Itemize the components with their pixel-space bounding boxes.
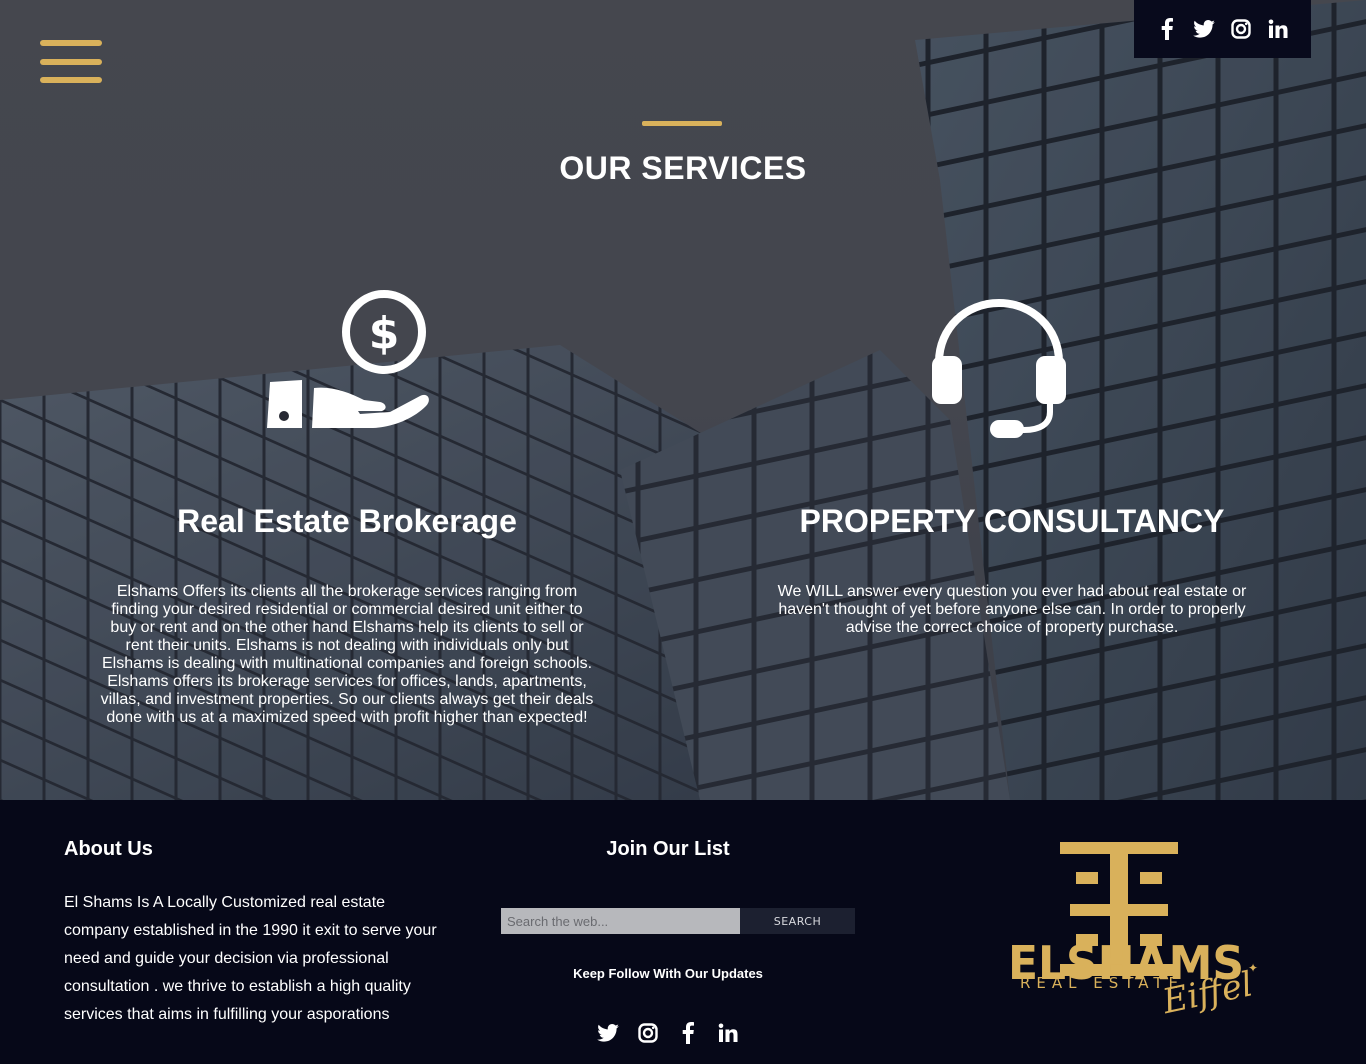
about-text: El Shams Is A Locally Customized real es…	[64, 894, 437, 1023]
about-heading: About Us	[64, 838, 153, 860]
service-heading-brokerage: Real Estate Brokerage	[177, 503, 517, 539]
header-social-links	[1134, 0, 1311, 58]
linkedin-icon[interactable]	[1266, 17, 1290, 41]
hamburger-menu-icon[interactable]	[40, 40, 102, 84]
search-input[interactable]	[501, 908, 740, 934]
instagram-icon[interactable]	[636, 1021, 660, 1045]
headset-icon	[928, 296, 1070, 440]
service-text-consultancy: We WILL answer every question you ever h…	[777, 583, 1247, 636]
title-accent-bar	[642, 121, 722, 126]
twitter-icon[interactable]	[1192, 17, 1216, 41]
svg-text:✦: ✦	[1248, 961, 1258, 975]
search-button[interactable]: SEARCH	[740, 908, 855, 934]
footer-social-links	[596, 1020, 740, 1046]
service-text-brokerage: Elshams Offers its clients all the broke…	[100, 583, 594, 726]
newsletter-search: SEARCH	[501, 908, 855, 934]
follow-text: Keep Follow With Our Updates	[573, 966, 763, 981]
twitter-icon[interactable]	[596, 1021, 620, 1045]
svg-text:$: $	[369, 308, 400, 359]
join-heading: Join Our List	[606, 838, 730, 860]
elshams-logo: ELSHAMS REAL ESTATE Eiffel ✦	[992, 836, 1262, 1031]
instagram-icon[interactable]	[1229, 17, 1253, 41]
facebook-icon[interactable]	[1155, 17, 1179, 41]
money-hand-icon: $	[262, 288, 432, 434]
facebook-icon[interactable]	[676, 1021, 700, 1045]
service-heading-consultancy: PROPERTY CONSULTANCY	[799, 503, 1225, 539]
services-title: OUR SERVICES	[559, 150, 807, 186]
linkedin-icon[interactable]	[716, 1021, 740, 1045]
